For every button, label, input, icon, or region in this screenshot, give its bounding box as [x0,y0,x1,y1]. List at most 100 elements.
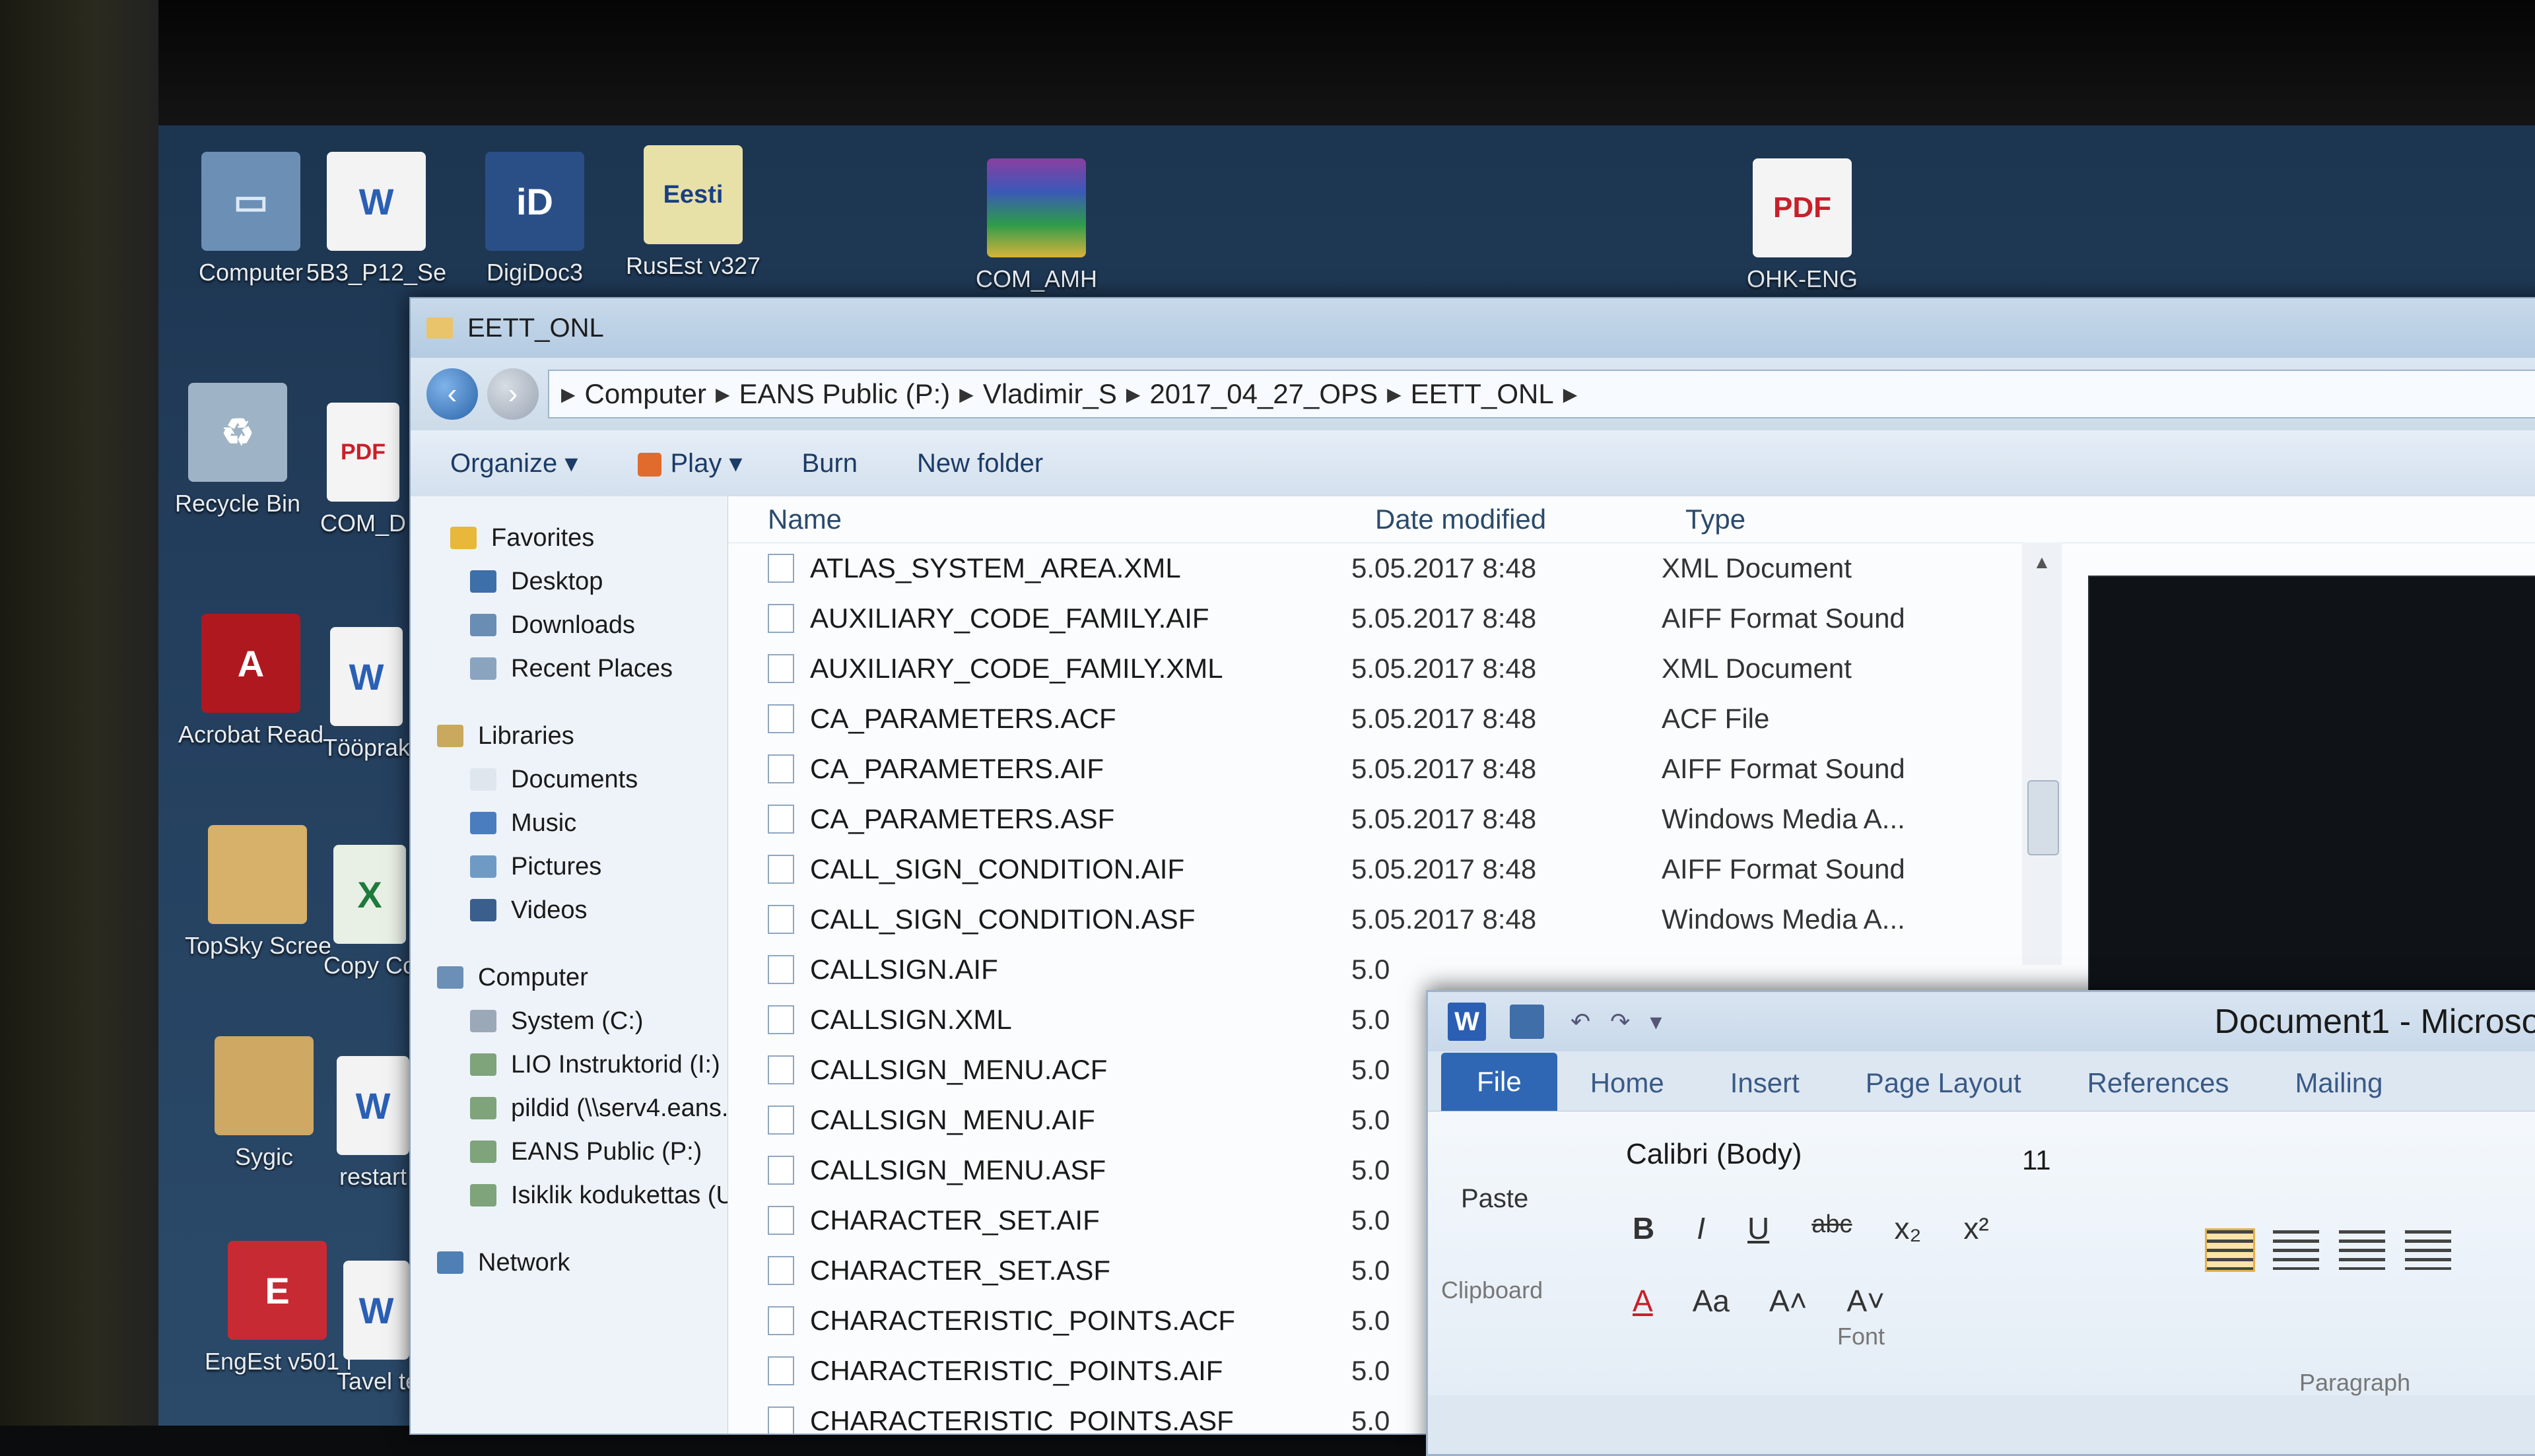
breadcrumb-user-folder[interactable]: Vladimir_S [983,378,1117,410]
subscript-button[interactable]: x₂ [1895,1210,1922,1246]
file-icon [768,1356,794,1385]
customize-qat-icon[interactable]: ▾ [1650,1008,1662,1036]
burn-button[interactable]: Burn [802,449,858,479]
file-name: CALLSIGN_MENU.ASF [810,1154,1106,1185]
file-icon [768,1206,794,1235]
nav-drive-u[interactable]: Isiklik kodukettas (U: [411,1174,727,1217]
breadcrumb-current[interactable]: EETT_ONL [1411,378,1554,410]
forward-button[interactable]: › [487,368,539,420]
organize-button[interactable]: Organize ▾ [450,448,578,479]
nav-pictures[interactable]: Pictures [411,845,727,888]
undo-icon[interactable]: ↶ [1571,1008,1590,1036]
word-window: W ↶ ↷ ▾ Document1 - Microsof File Home I… [1426,990,2535,1456]
italic-button[interactable]: I [1697,1210,1705,1246]
redo-icon[interactable]: ↷ [1610,1008,1630,1036]
desktop-icon-computer[interactable]: ▭ Computer [178,152,323,286]
breadcrumb-date-folder[interactable]: 2017_04_27_OPS [1149,378,1378,410]
scroll-thumb[interactable] [2027,780,2059,855]
nav-desktop[interactable]: Desktop [411,560,727,603]
desktop-icon-label: EngEst v501 PRO [205,1348,350,1375]
navigation-pane: Favorites Desktop Downloads Recent Place… [411,496,728,1434]
desktop-icon-tavel[interactable]: W Tavel testam [337,1261,416,1395]
desktop-icon-label: 5B3_P12_Se [306,259,447,286]
column-header-type[interactable]: Type [1685,504,2029,535]
word-doc-icon: W [337,1056,409,1155]
nav-downloads[interactable]: Downloads [411,603,727,647]
font-name-select[interactable]: Calibri (Body) [1626,1138,1969,1171]
file-type: XML Document [1662,552,1852,583]
column-header-name[interactable]: Name [728,504,1375,535]
desktop-icon-winrar[interactable]: COM_AMH [964,158,1109,293]
nav-documents[interactable]: Documents [411,758,727,801]
drive-icon [470,1010,496,1032]
strikethrough-button[interactable]: abc [1811,1210,1852,1246]
desktop-icon-com-d[interactable]: PDF COM_D [310,403,416,537]
nav-videos[interactable]: Videos [411,888,727,932]
align-center-icon[interactable] [2273,1230,2319,1270]
file-name: CA_PARAMETERS.ACF [810,703,1116,734]
back-button[interactable]: ‹ [426,368,478,420]
save-icon[interactable] [1510,1005,1544,1039]
network-drive-icon [470,1184,496,1207]
justify-icon[interactable] [2405,1230,2451,1270]
tab-page-layout[interactable]: Page Layout [1833,1067,2054,1111]
shrink-font-button[interactable]: A˅ [1847,1283,1885,1319]
nav-label: Pictures [511,852,602,880]
nav-drive-c[interactable]: System (C:) [411,999,727,1043]
desktop-icon-restart[interactable]: W restart [330,1056,416,1191]
nav-recent-places[interactable]: Recent Places [411,647,727,690]
desktop-icon-digidoc[interactable]: iD DigiDoc3 [462,152,607,286]
breadcrumb-drive[interactable]: EANS Public (P:) [739,378,951,410]
nav-label: EANS Public (P:) [511,1137,702,1166]
tab-home[interactable]: Home [1557,1067,1697,1111]
tab-insert[interactable]: Insert [1697,1067,1833,1111]
font-size-select[interactable]: 11 [2022,1144,2051,1176]
explorer-titlebar[interactable]: EETT_ONL [411,298,2535,358]
nav-drive-i[interactable]: LIO Instruktorid (I:) [411,1043,727,1086]
recycle-bin-icon: ♻ [188,383,287,482]
desktop-icon-recycle-bin[interactable]: ♻ Recycle Bin [165,383,310,517]
align-right-icon[interactable] [2339,1230,2385,1270]
column-header-date[interactable]: Date modified [1375,504,1685,535]
play-button[interactable]: Play ▾ [637,448,743,479]
superscript-button[interactable]: x² [1963,1210,1988,1246]
address-bar[interactable]: ▶ Computer ▶ EANS Public (P:) ▶ Vladimir… [548,370,2535,418]
align-left-icon[interactable] [2205,1228,2255,1272]
nav-label: Downloads [511,611,635,639]
bold-button[interactable]: B [1633,1210,1654,1246]
nav-label: Documents [511,765,638,793]
vertical-scrollbar[interactable]: ▲ [2022,543,2062,965]
new-folder-button[interactable]: New folder [917,449,1043,479]
breadcrumb-computer[interactable]: Computer [585,378,706,410]
desktop-icon-sygic[interactable]: Sygic [191,1036,337,1171]
word-logo-icon[interactable]: W [1448,1003,1486,1041]
nav-computer[interactable]: Computer [411,956,727,999]
nav-drive-p[interactable]: EANS Public (P:) [411,1130,727,1174]
desktop-icon-label: DigiDoc3 [486,259,584,286]
desktop-icon-word-doc[interactable]: W 5B3_P12_Se [304,152,449,286]
tab-mailings[interactable]: Mailing [2262,1067,2416,1111]
nav-network[interactable]: Network [411,1241,727,1284]
desktop-icon-acrobat[interactable]: A Acrobat Reader DC [178,614,323,748]
change-case-button[interactable]: Aa [1693,1283,1730,1319]
paste-button[interactable]: Paste [1461,1184,1528,1214]
underline-button[interactable]: U [1747,1210,1769,1246]
font-color-button[interactable]: A [1633,1283,1653,1319]
file-icon [768,1406,794,1434]
grow-font-button[interactable]: A˄ [1769,1283,1808,1319]
nav-favorites[interactable]: Favorites [411,516,727,560]
desktop-icon-pdf-ohk[interactable]: PDF OHK-ENG [1730,158,1875,293]
desktop-icon-engest[interactable]: E EngEst v501 PRO [205,1241,350,1375]
nav-drive-pildid[interactable]: pildid (\\serv4.eans. [411,1086,727,1130]
file-type: Windows Media A... [1662,803,1905,834]
scroll-up-icon[interactable]: ▲ [2022,543,2062,582]
desktop-icon-topsky[interactable]: TopSky Screenshots [185,825,330,960]
tab-references[interactable]: References [2054,1067,2262,1111]
file-icon [768,1306,794,1335]
tab-file[interactable]: File [1441,1053,1557,1111]
desktop-icon-tooprak[interactable]: W Tööprak [317,627,416,762]
desktop-icon-rusest[interactable]: Eesti RusEst v327 [621,145,766,280]
desktop-icon-copy[interactable]: X Copy Copy of [323,845,416,979]
nav-music[interactable]: Music [411,801,727,845]
nav-libraries[interactable]: Libraries [411,714,727,758]
